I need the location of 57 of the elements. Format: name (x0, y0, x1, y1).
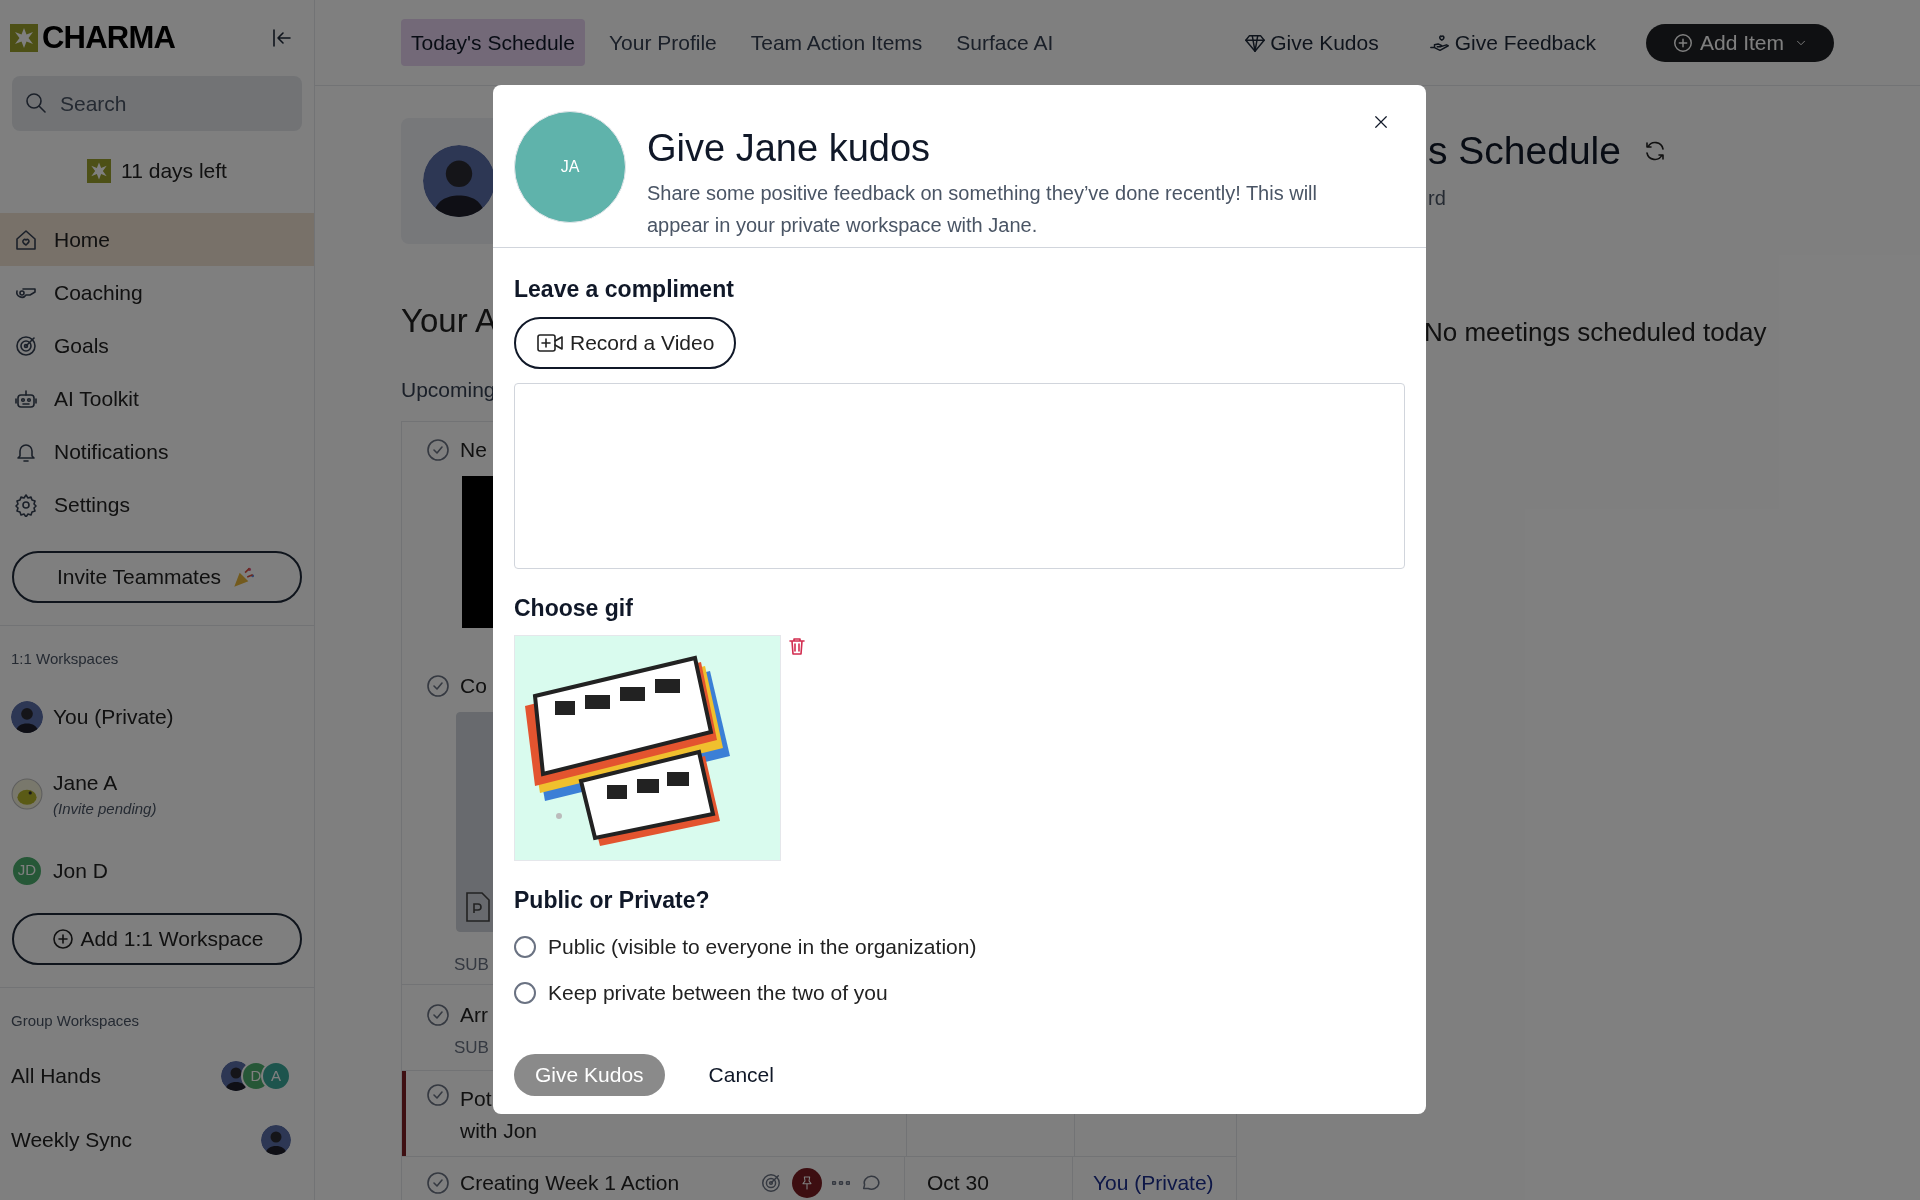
dialog-description: Share some positive feedback on something they’ve done recently! This will appear in your private workspace with Jane. (647, 180, 1318, 238)
avatar: JD (11, 854, 43, 887)
nav-item[interactable]: Settings (0, 478, 314, 531)
workspace-item[interactable]: All Hands D A (0, 1044, 314, 1108)
workspace-item[interactable]: You (Private) (0, 684, 314, 749)
trial-days-left: 11 days left (121, 158, 227, 185)
option-label: Keep private between the two of you (548, 979, 888, 1006)
header-action[interactable]: Give Feedback (1428, 26, 1596, 59)
cancel-button[interactable]: Cancel (708, 1058, 774, 1091)
add-item-button[interactable]: Add Item (1645, 23, 1834, 62)
empty-schedule-message: No meetings scheduled today (1424, 315, 1767, 349)
due-date: Oct 30 (927, 1169, 989, 1196)
radio-option[interactable]: Keep private between the two of you (514, 969, 1405, 1016)
owner-link[interactable]: You (Private) (1093, 1166, 1214, 1199)
action-item-title[interactable]: Co (460, 670, 487, 702)
nav-item[interactable]: Coaching (0, 266, 314, 319)
avatar: A (261, 1061, 291, 1091)
field-label: Choose gif (514, 593, 634, 623)
workspace-name: Jane A (53, 769, 119, 796)
nav-item[interactable]: AI Toolkit (0, 372, 314, 425)
logo[interactable]: CHARMA (42, 14, 176, 62)
dialog-title: Give Jane kudos (647, 126, 932, 171)
action-item-title[interactable]: Ne (460, 434, 487, 466)
workspace-item[interactable]: JD Jon D (0, 838, 314, 903)
record-video-button[interactable]: Record a Video (514, 316, 737, 369)
action-item-title[interactable]: Creating Week 1 Action (460, 1166, 680, 1199)
schedule-subtitle: rd (1428, 185, 1447, 211)
nav-tab[interactable]: Your Profile (598, 18, 727, 67)
invite-teammates-button[interactable]: Invite Teammates (12, 551, 302, 603)
field-label: Leave a compliment (514, 275, 735, 304)
action-item-title[interactable]: with Jon (460, 1114, 538, 1146)
nav-tab[interactable]: Surface AI (946, 18, 1064, 67)
search-field[interactable]: Search (12, 76, 302, 131)
field-label: Public or Private? (514, 886, 711, 915)
nav-item[interactable]: Goals (0, 319, 314, 372)
workspace-name: Jon D (53, 857, 108, 884)
invite-status: (Invite pending) (53, 799, 157, 819)
workspace-item[interactable]: Weekly Sync (0, 1108, 314, 1172)
subsection-title: Upcoming (401, 376, 496, 403)
header-action[interactable]: Give Kudos (1244, 26, 1379, 59)
add-workspace-button[interactable]: Add 1:1 Workspace (12, 912, 302, 965)
section-heading: 1:1 Workspaces (10, 649, 120, 669)
schedule-title: s Schedule (1428, 128, 1621, 174)
nav-item[interactable]: Notifications (0, 425, 314, 478)
section-label: SUB (454, 954, 489, 974)
nav-tab[interactable]: Today's Schedule (401, 18, 585, 67)
nav-item[interactable]: Home (0, 213, 314, 266)
nav-tab[interactable]: Team Action Items (740, 18, 933, 67)
workspace-item[interactable]: Jane A (Invite pending) (0, 748, 314, 839)
radio-option[interactable]: Public (visible to everyone in the organization) (514, 923, 1405, 970)
action-item-title[interactable]: Arr (460, 999, 488, 1031)
workspace-name: You (Private) (53, 703, 174, 730)
workspace-name: All Hands (11, 1063, 101, 1090)
section-label: SUB (454, 1037, 489, 1057)
section-heading: Group Workspaces (10, 1010, 141, 1031)
workspace-name: Weekly Sync (11, 1127, 132, 1154)
option-label: Public (visible to everyone in the organization) (548, 933, 977, 960)
